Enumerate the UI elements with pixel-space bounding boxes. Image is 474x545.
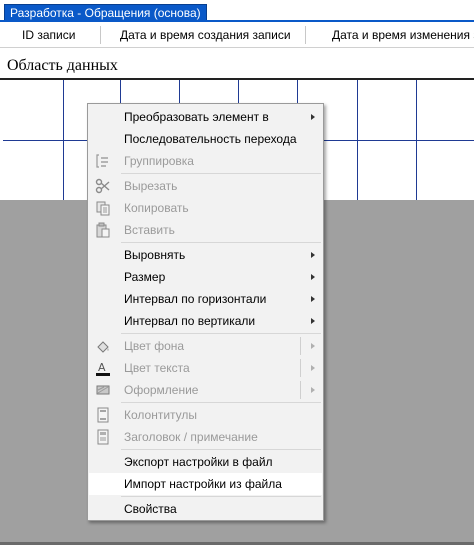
menu-item-label: Цвет текста (124, 361, 190, 375)
menu-item-vertical-spacing[interactable]: Интервал по вертикали (89, 310, 322, 332)
menu-item-label: Цвет фона (124, 339, 185, 353)
menu-item-label: Копировать (124, 201, 189, 215)
menu-item-properties[interactable]: Свойства (89, 498, 322, 520)
menu-item-label: Преобразовать элемент в (124, 110, 269, 124)
menu-separator (121, 242, 321, 243)
menu-item-fill-color[interactable]: Цвет фона (89, 335, 322, 357)
menu-item-import-settings[interactable]: Импорт настройки из файла (89, 473, 322, 495)
menu-item-tab-order[interactable]: Последовательность перехода (89, 128, 322, 150)
menu-item-label: Оформление (124, 383, 199, 397)
menu-item-label: Свойства (124, 502, 177, 516)
section-header-detail[interactable]: Область данных (0, 54, 474, 80)
submenu-arrow-icon (311, 365, 315, 371)
menu-item-label: Вставить (124, 223, 175, 237)
submenu-arrow-icon (311, 252, 315, 258)
menu-item-label: Интервал по вертикали (124, 314, 256, 328)
split-divider (300, 359, 301, 377)
menu-item-label: Интервал по горизонтали (124, 292, 267, 306)
submenu-arrow-icon (311, 318, 315, 324)
group-icon (95, 153, 111, 169)
menu-item-label: Колонтитулы (124, 408, 198, 422)
menu-item-horizontal-spacing[interactable]: Интервал по горизонтали (89, 288, 322, 310)
report-header-icon (95, 429, 111, 445)
column-header-modified[interactable]: Дата и время изменения з (332, 23, 474, 47)
menu-item-paste[interactable]: Вставить (89, 219, 322, 241)
header-footer-icon (95, 407, 111, 423)
menu-separator (121, 496, 321, 497)
menu-item-label: Заголовок / примечание (124, 430, 258, 444)
menu-item-export-settings[interactable]: Экспорт настройки в файл (89, 451, 322, 473)
window-title: Разработка - Обращения (основа) (10, 6, 201, 20)
submenu-arrow-icon (311, 274, 315, 280)
menu-item-convert-to[interactable]: Преобразовать элемент в (89, 106, 322, 128)
title-underline (0, 20, 474, 22)
menu-item-label: Импорт настройки из файла (124, 477, 282, 491)
menu-item-label: Группировка (124, 154, 194, 168)
menu-item-label: Вырезать (124, 179, 178, 193)
copy-icon (95, 200, 111, 216)
menu-item-label: Выровнять (124, 248, 186, 262)
section-title: Область данных (7, 57, 118, 74)
context-menu: Преобразовать элемент в Последовательнос… (87, 103, 324, 521)
submenu-arrow-icon (311, 114, 315, 120)
menu-item-report-header-footer[interactable]: Заголовок / примечание (89, 426, 322, 448)
menu-separator (121, 402, 321, 403)
menu-item-grouping[interactable]: Группировка (89, 150, 322, 172)
menu-item-label: Последовательность перехода (124, 132, 297, 146)
menu-separator (121, 333, 321, 334)
column-header-created[interactable]: Дата и время создания записи (120, 23, 291, 47)
column-divider[interactable] (305, 26, 306, 44)
menu-separator (121, 449, 321, 450)
menu-item-cut[interactable]: Вырезать (89, 175, 322, 197)
menu-item-label: Размер (124, 270, 166, 284)
paste-icon (95, 222, 111, 238)
fill-color-icon (95, 338, 111, 354)
split-divider (300, 381, 301, 399)
menu-item-size[interactable]: Размер (89, 266, 322, 288)
window-title-tab[interactable]: Разработка - Обращения (основа) (4, 4, 207, 21)
split-divider (300, 337, 301, 355)
submenu-arrow-icon (311, 296, 315, 302)
menu-item-align[interactable]: Выровнять (89, 244, 322, 266)
menu-item-copy[interactable]: Копировать (89, 197, 322, 219)
menu-separator (121, 173, 321, 174)
menu-item-label: Экспорт настройки в файл (124, 455, 273, 469)
svg-text:A: A (98, 361, 106, 374)
column-header-row: ID записи Дата и время создания записи Д… (0, 23, 474, 48)
column-divider[interactable] (100, 26, 101, 44)
menu-item-special-effect[interactable]: Оформление (89, 379, 322, 401)
submenu-arrow-icon (311, 387, 315, 393)
scissors-icon (95, 178, 111, 194)
menu-item-text-color[interactable]: A Цвет текста (89, 357, 322, 379)
special-effect-icon (95, 382, 111, 398)
column-header-id[interactable]: ID записи (22, 23, 75, 47)
font-color-icon: A (95, 360, 111, 376)
submenu-arrow-icon (311, 343, 315, 349)
menu-item-page-header-footer[interactable]: Колонтитулы (89, 404, 322, 426)
